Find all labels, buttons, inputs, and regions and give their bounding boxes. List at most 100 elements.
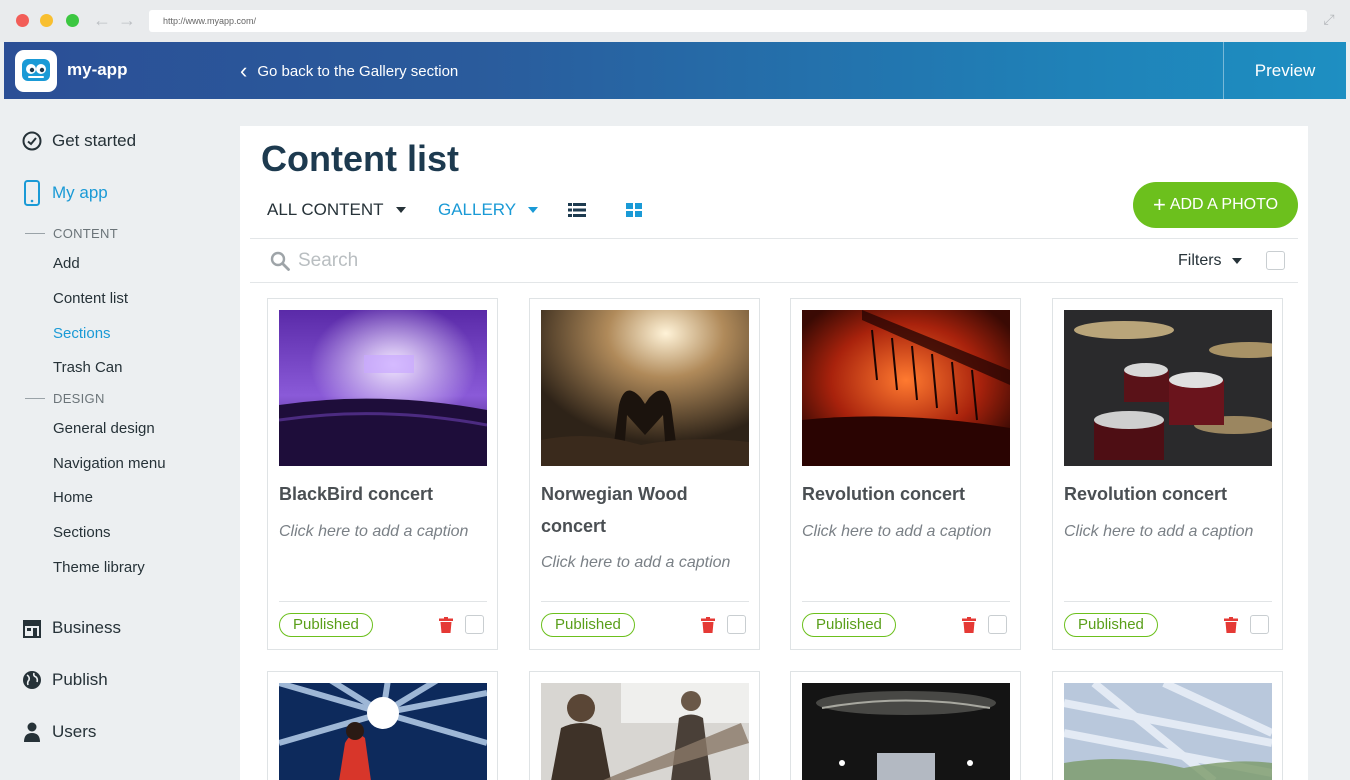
caret-down-icon <box>395 207 406 213</box>
sidebar-item-design-sections[interactable]: Sections <box>53 524 111 541</box>
gallery-dropdown[interactable]: GALLERY <box>438 200 539 220</box>
caret-down-icon <box>528 207 539 213</box>
list-view-icon[interactable] <box>568 202 586 218</box>
trash-icon[interactable] <box>1224 617 1238 638</box>
app-logo <box>15 50 57 92</box>
sidebar-item-label: Business <box>52 618 121 637</box>
store-icon <box>22 617 42 639</box>
concert-photo[interactable] <box>802 310 1010 466</box>
phone-icon <box>22 180 42 206</box>
concert-photo[interactable] <box>541 310 749 466</box>
card-title[interactable]: Norwegian Wood concert <box>541 478 751 542</box>
dropdown-label: ALL CONTENT <box>267 200 384 219</box>
close-window-button[interactable] <box>16 14 29 27</box>
card-footer: Published <box>279 601 487 643</box>
gallery-card[interactable]: Revolution concert Click here to add a c… <box>1052 298 1283 650</box>
audience-photo[interactable] <box>541 683 749 780</box>
sidebar-item-general-design[interactable]: General design <box>53 420 155 437</box>
sidebar-item-get-started[interactable]: Get started <box>22 130 136 152</box>
app-header: my-app ‹ Go back to the Gallery section … <box>4 42 1346 99</box>
status-badge: Published <box>1064 613 1158 637</box>
stage-photo[interactable] <box>802 683 1010 780</box>
gallery-card[interactable] <box>267 671 498 780</box>
card-caption[interactable]: Click here to add a caption <box>541 554 751 572</box>
select-all-checkbox[interactable] <box>1266 251 1285 270</box>
concert-photo[interactable] <box>279 683 487 780</box>
sidebar-item-business[interactable]: Business <box>22 617 121 639</box>
card-footer: Published <box>802 601 1010 643</box>
trash-icon[interactable] <box>439 617 453 638</box>
card-footer: Published <box>1064 601 1272 643</box>
card-title[interactable]: Revolution concert <box>802 478 1012 510</box>
dropdown-label: GALLERY <box>438 200 517 219</box>
card-caption[interactable]: Click here to add a caption <box>802 523 1012 541</box>
browser-forward-icon[interactable]: → <box>118 10 136 30</box>
status-badge: Published <box>802 613 896 637</box>
card-checkbox[interactable] <box>465 615 484 634</box>
sidebar-item-sections[interactable]: Sections <box>53 325 111 342</box>
sidebar-item-home[interactable]: Home <box>53 489 93 506</box>
gallery-card[interactable]: BlackBird concert Click here to add a ca… <box>267 298 498 650</box>
maximize-window-button[interactable] <box>66 14 79 27</box>
add-photo-button[interactable]: + ADD A PHOTO <box>1133 182 1298 228</box>
sidebar-item-label: Publish <box>52 670 108 689</box>
trash-icon[interactable] <box>701 617 715 638</box>
sidebar: Get started My app CONTENT Add Content l… <box>0 99 240 780</box>
fullscreen-icon[interactable]: ⤢ <box>1321 11 1337 27</box>
section-label: CONTENT <box>53 226 118 241</box>
gallery-card[interactable] <box>1052 671 1283 780</box>
grid-view-icon[interactable] <box>626 202 644 218</box>
sidebar-item-publish[interactable]: Publish <box>22 669 108 691</box>
drum-kit-photo[interactable] <box>1064 310 1272 466</box>
status-badge: Published <box>279 613 373 637</box>
app-name: my-app <box>67 60 128 79</box>
search-bar: Filters <box>250 238 1298 283</box>
sidebar-item-users[interactable]: Users <box>22 721 96 743</box>
sidebar-item-add[interactable]: Add <box>53 255 80 272</box>
minimize-window-button[interactable] <box>40 14 53 27</box>
card-caption[interactable]: Click here to add a caption <box>1064 523 1274 541</box>
gallery-card[interactable] <box>790 671 1021 780</box>
globe-icon <box>22 669 42 691</box>
card-checkbox[interactable] <box>988 615 1007 634</box>
filters-label: Filters <box>1178 252 1222 269</box>
back-link-label: Go back to the Gallery section <box>257 62 459 80</box>
browser-chrome: ← → http://www.myapp.com/ ⤢ <box>0 0 1350 42</box>
browser-back-icon[interactable]: ← <box>93 10 111 30</box>
card-caption[interactable]: Click here to add a caption <box>279 523 489 541</box>
card-footer: Published <box>541 601 749 643</box>
sidebar-item-label: Users <box>52 722 97 741</box>
sidebar-item-trash-can[interactable]: Trash Can <box>53 359 122 376</box>
section-header-content: CONTENT <box>25 226 118 241</box>
status-badge: Published <box>541 613 635 637</box>
card-title[interactable]: Revolution concert <box>1064 478 1274 510</box>
card-checkbox[interactable] <box>1250 615 1269 634</box>
sidebar-item-content-list[interactable]: Content list <box>53 290 128 307</box>
sidebar-item-theme-library[interactable]: Theme library <box>53 559 145 576</box>
concert-photo[interactable] <box>279 310 487 466</box>
card-checkbox[interactable] <box>727 615 746 634</box>
search-icon <box>270 251 290 276</box>
address-bar[interactable]: http://www.myapp.com/ <box>149 10 1307 32</box>
filters-dropdown[interactable]: Filters <box>1178 252 1242 270</box>
back-to-gallery-link[interactable]: ‹ Go back to the Gallery section <box>240 58 458 84</box>
section-divider <box>25 233 45 234</box>
preview-button[interactable]: Preview <box>1223 42 1346 99</box>
all-content-dropdown[interactable]: ALL CONTENT <box>267 200 406 220</box>
card-title[interactable]: BlackBird concert <box>279 478 489 510</box>
search-input[interactable] <box>298 247 698 275</box>
light-beams-photo[interactable] <box>1064 683 1272 780</box>
sidebar-item-navigation-menu[interactable]: Navigation menu <box>53 455 166 472</box>
sidebar-item-label: My app <box>52 183 108 202</box>
check-circle-icon <box>22 130 42 152</box>
content-panel: Content list ALL CONTENT GALLERY + ADD A… <box>240 126 1308 780</box>
sidebar-item-my-app[interactable]: My app <box>22 180 108 206</box>
trash-icon[interactable] <box>962 617 976 638</box>
gallery-card[interactable] <box>529 671 760 780</box>
plus-icon: + <box>1152 192 1166 217</box>
user-icon <box>22 721 42 743</box>
gallery-card[interactable]: Revolution concert Click here to add a c… <box>790 298 1021 650</box>
caret-down-icon <box>1231 258 1242 264</box>
section-label: DESIGN <box>53 391 105 406</box>
gallery-card[interactable]: Norwegian Wood concert Click here to add… <box>529 298 760 650</box>
